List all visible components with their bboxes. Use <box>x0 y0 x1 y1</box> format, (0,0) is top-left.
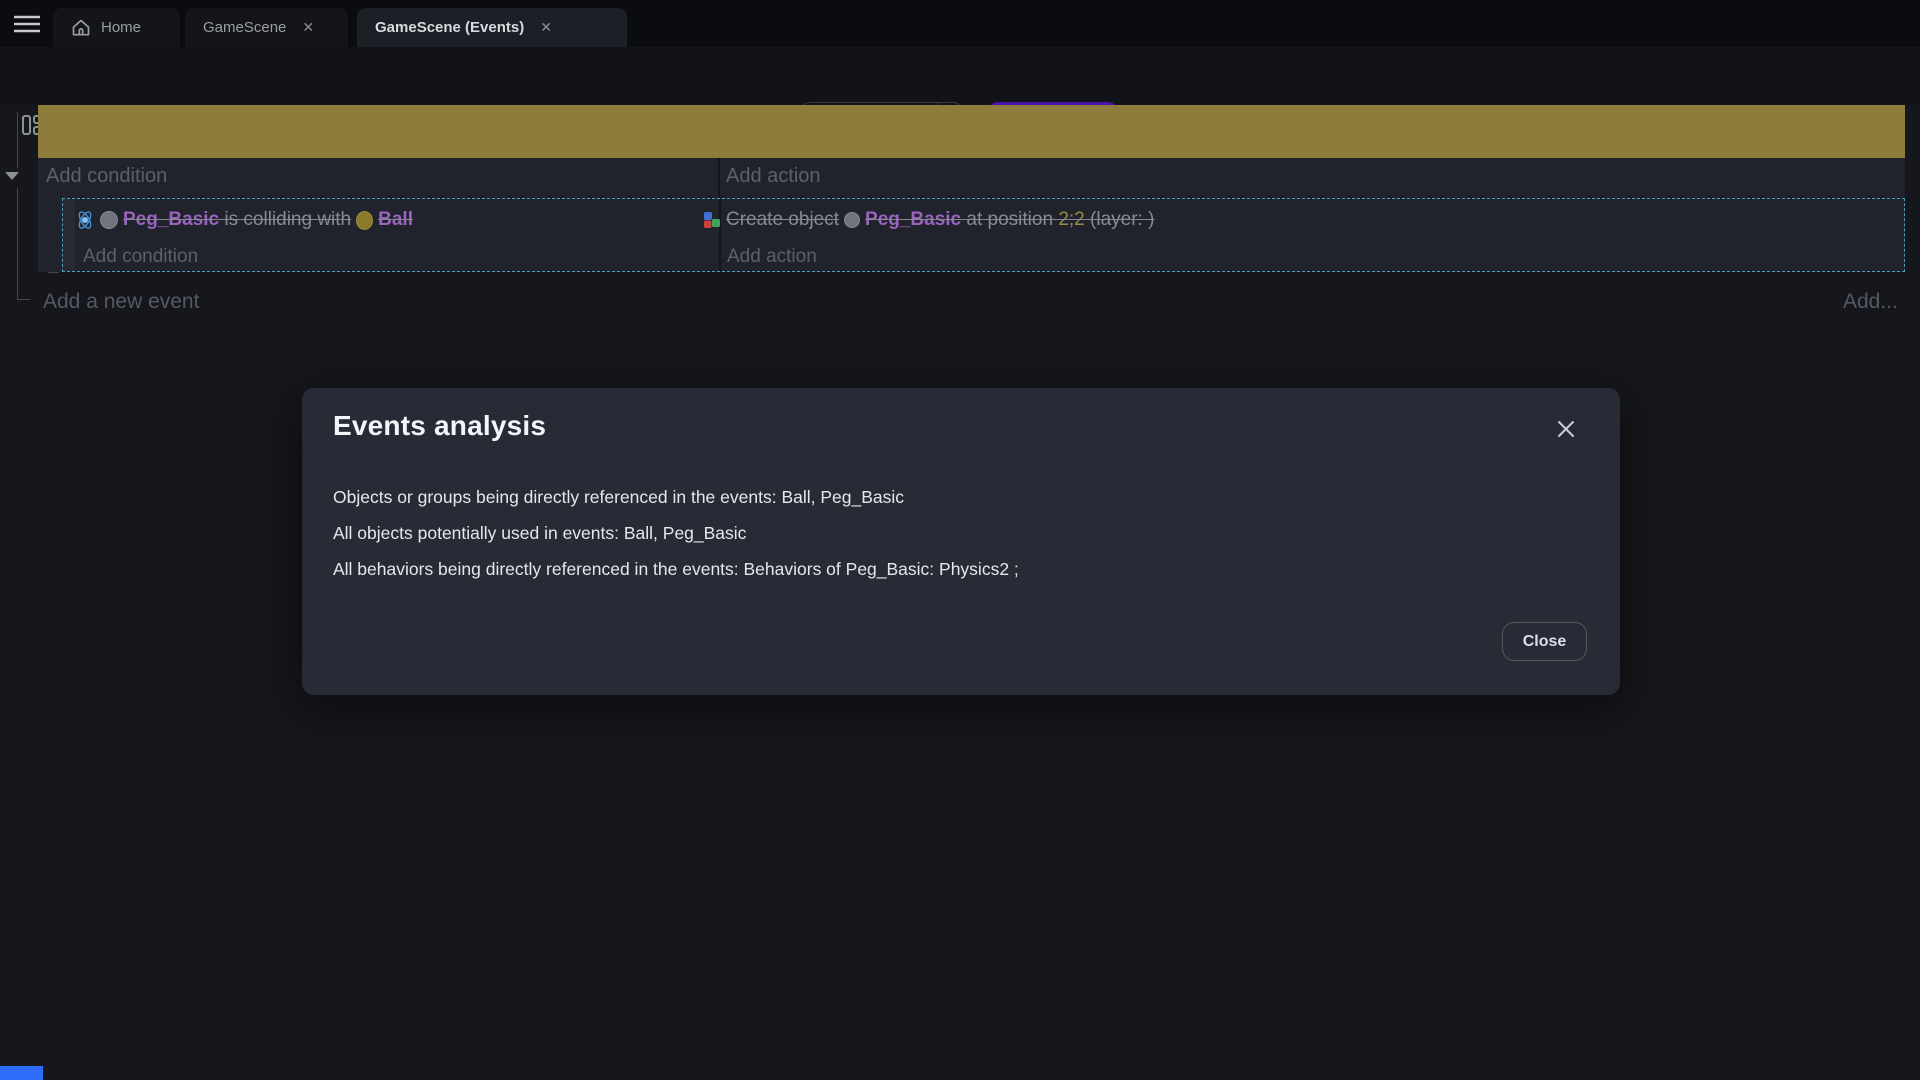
tree-line <box>17 112 18 168</box>
action-text: Create object <box>726 209 839 231</box>
tree-line <box>48 272 59 273</box>
add-condition-button[interactable]: Add condition <box>46 165 167 188</box>
tab-gamescene-events[interactable]: GameScene (Events) ✕ <box>357 8 627 47</box>
tree-line <box>17 299 30 300</box>
ball-object-icon <box>356 211 373 230</box>
comment-event-bar[interactable] <box>38 105 1905 158</box>
home-icon <box>71 18 91 38</box>
tab-home[interactable]: Home <box>53 8 180 47</box>
analysis-line: All objects potentially used in events: … <box>333 515 1019 551</box>
sub-event-grip[interactable] <box>63 199 75 271</box>
create-object-icon <box>703 211 721 229</box>
close-tab-icon[interactable]: ✕ <box>540 19 552 36</box>
action-text: Peg_Basic at position 2;2 (layer: ) <box>865 209 1154 231</box>
event-main-row: Add condition Add action <box>38 158 1905 197</box>
add-action-button[interactable]: Add action <box>726 165 821 188</box>
dialog-title: Events analysis <box>333 410 546 442</box>
bottom-status-bar <box>0 1066 43 1080</box>
tab-gamescene[interactable]: GameScene ✕ <box>185 8 348 47</box>
main-toolbar: Preview Publish <box>0 47 1920 105</box>
analysis-line: All behaviors being directly referenced … <box>333 551 1019 587</box>
analysis-line: Objects or groups being directly referen… <box>333 479 1019 515</box>
dialog-body: Objects or groups being directly referen… <box>333 479 1019 587</box>
condition-text: Peg_Basic is colliding with <box>123 209 351 231</box>
collapse-event-icon[interactable] <box>5 172 19 180</box>
close-tab-icon[interactable]: ✕ <box>302 19 314 36</box>
tab-label: Home <box>101 19 141 36</box>
action-row[interactable]: Create object Peg_Basic at position 2;2 … <box>703 199 1154 241</box>
physics-behavior-icon <box>75 210 95 230</box>
menu-icon[interactable] <box>14 15 40 33</box>
tab-label: GameScene (Events) <box>375 19 524 36</box>
add-action-button[interactable]: Add action <box>727 246 817 268</box>
peg-basic-object-icon <box>100 211 118 229</box>
dialog-close-icon[interactable] <box>1555 418 1577 440</box>
add-more-button[interactable]: Add... <box>1843 290 1898 314</box>
condition-object2: Ball <box>378 209 413 231</box>
tab-bar: Home GameScene ✕ GameScene (Events) ✕ <box>0 0 1920 47</box>
close-button[interactable]: Close <box>1502 622 1587 661</box>
peg-basic-object-icon <box>844 212 860 228</box>
add-condition-button[interactable]: Add condition <box>83 246 198 268</box>
tab-label: GameScene <box>203 19 286 36</box>
selected-sub-event[interactable]: Peg_Basic is colliding with Ball Add con… <box>62 198 1905 272</box>
tree-line <box>17 188 18 300</box>
event-block: Add condition Add action Peg_Basic is co… <box>38 158 1905 272</box>
add-new-event-button[interactable]: Add a new event <box>43 290 199 314</box>
events-analysis-dialog: Events analysis Objects or groups being … <box>302 388 1620 695</box>
condition-row[interactable]: Peg_Basic is colliding with Ball <box>75 199 413 241</box>
